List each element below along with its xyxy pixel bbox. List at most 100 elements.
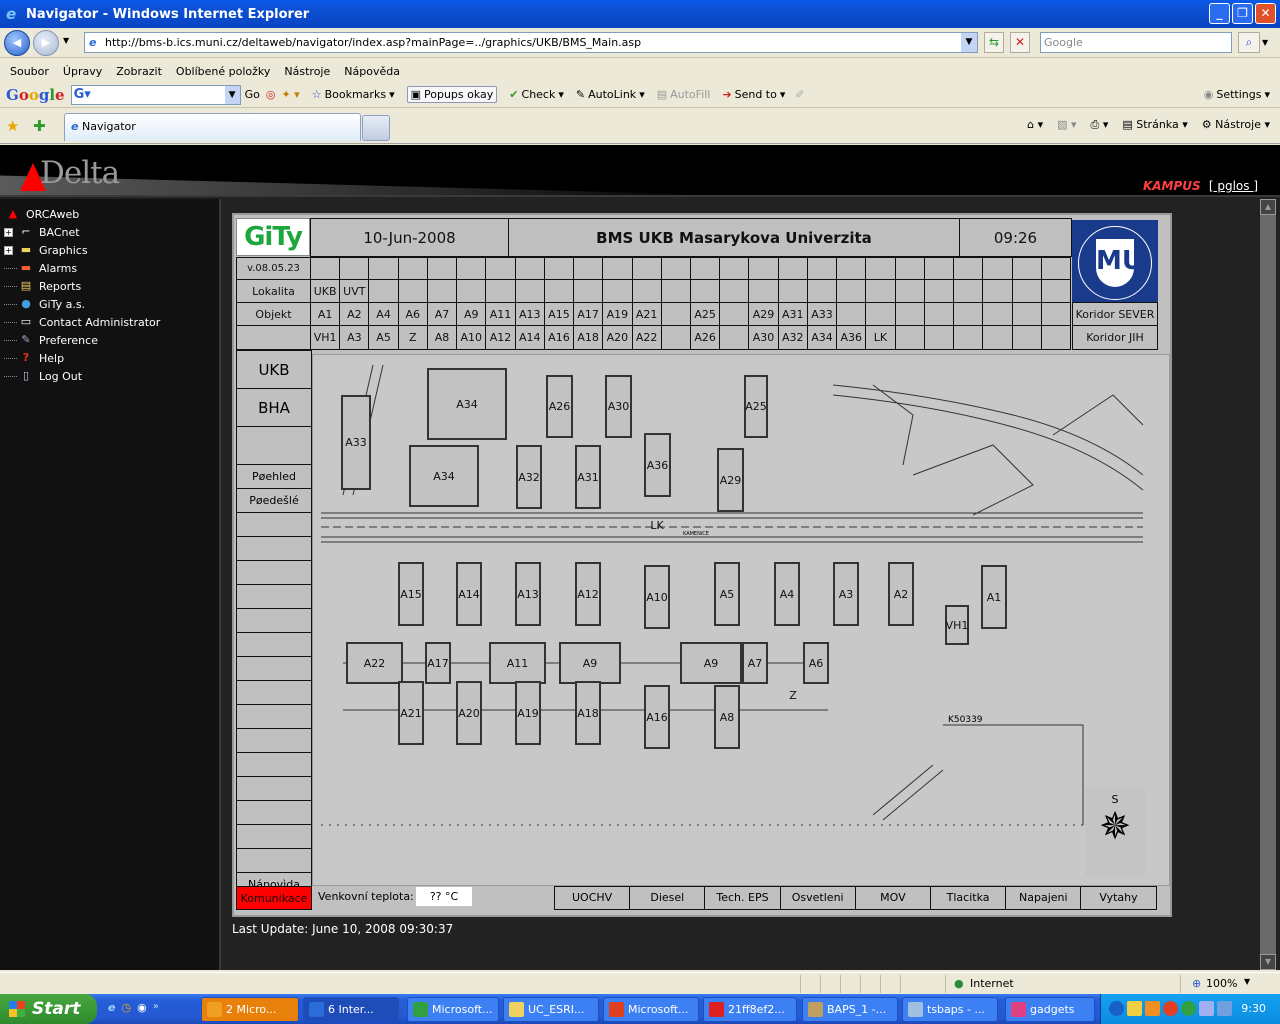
tray-clock-icon[interactable]	[1145, 1001, 1160, 1016]
map-building-a9[interactable]: A9	[680, 642, 742, 684]
tree-item-gity[interactable]: ● GiTy a.s.	[4, 295, 160, 313]
tray-messenger-icon[interactable]	[1199, 1001, 1214, 1016]
object-cell-a20[interactable]: A20	[602, 325, 633, 350]
map-building-a36[interactable]: A36	[644, 433, 671, 497]
object-cell-a2[interactable]: A2	[339, 302, 370, 326]
add-favorite-icon[interactable]: ✚	[33, 117, 46, 135]
taskbar-item-6[interactable]: BAPS_1 -...	[802, 997, 898, 1022]
zoom-level[interactable]: 100%	[1206, 977, 1237, 990]
page-menu[interactable]: ▤ Stránka ▾	[1122, 118, 1187, 132]
object-cell-a36[interactable]: A36	[836, 325, 867, 350]
google-dropdown-icon[interactable]: ▼	[224, 85, 240, 104]
object-cell-z[interactable]: Z	[397, 325, 428, 350]
map-building-a12[interactable]: A12	[575, 562, 601, 626]
map-building-a1[interactable]: A1	[981, 565, 1007, 629]
autofill-button[interactable]: ▤ AutoFill	[657, 88, 711, 101]
side-button-bha[interactable]: BHA	[236, 388, 312, 427]
menu-napoveda[interactable]: Nápověda	[344, 65, 400, 78]
tab-navigator[interactable]: e Navigator	[64, 113, 361, 141]
map-building-a7[interactable]: A7	[742, 642, 768, 684]
system-button-vytahy[interactable]: Vytahy	[1080, 886, 1157, 910]
search-input[interactable]: Google	[1040, 32, 1232, 53]
system-button-tech-eps[interactable]: Tech. EPS	[704, 886, 781, 910]
map-building-a22[interactable]: A22	[346, 642, 403, 684]
object-cell-a15[interactable]: A15	[543, 302, 575, 326]
object-cell-vh1[interactable]: VH1	[310, 325, 341, 350]
taskbar-item-0[interactable]: 2 Micro...	[201, 997, 299, 1022]
map-building-a20[interactable]: A20	[456, 681, 482, 745]
object-cell-a34[interactable]: A34	[806, 325, 838, 350]
taskbar-item-4[interactable]: Microsoft...	[603, 997, 699, 1022]
expand-icon[interactable]: +	[4, 227, 13, 237]
tree-item-reports[interactable]: ▤ Reports	[4, 277, 160, 295]
map-building-a32[interactable]: A32	[516, 445, 542, 509]
object-cell-a33[interactable]: A33	[806, 302, 838, 326]
map-building-lk[interactable]: LK	[644, 505, 670, 545]
map-building-a33[interactable]: A33	[341, 395, 371, 490]
object-cell-a8[interactable]: A8	[426, 325, 458, 350]
map-building-a5[interactable]: A5	[714, 562, 740, 626]
object-cell-lk[interactable]: LK	[865, 325, 896, 350]
object-cell-uvt[interactable]: UVT	[339, 279, 370, 303]
tray-green-icon[interactable]	[1181, 1001, 1196, 1016]
tree-item-preference[interactable]: ✎ Preference	[4, 331, 160, 349]
object-cell-a25[interactable]: A25	[689, 302, 721, 326]
system-button-osvetleni[interactable]: Osvetleni	[779, 886, 856, 910]
object-cell-a10[interactable]: A10	[456, 325, 487, 350]
object-cell-a11[interactable]: A11	[485, 302, 516, 326]
system-button-uochv[interactable]: UOCHV	[554, 886, 631, 910]
settings-button[interactable]: ◉ Settings ▾	[1204, 88, 1270, 101]
minimize-button[interactable]: _	[1209, 3, 1230, 24]
object-cell-a12[interactable]: A12	[485, 325, 516, 350]
system-button-napajeni[interactable]: Napajeni	[1005, 886, 1082, 910]
tray-network-icon[interactable]	[1217, 1001, 1232, 1016]
object-cell-a22[interactable]: A22	[631, 325, 662, 350]
system-button-mov[interactable]: MOV	[854, 886, 931, 910]
tray-chrome-icon[interactable]	[1163, 1001, 1178, 1016]
url-field[interactable]: e http://bms-b.ics.muni.cz/deltaweb/navi…	[84, 32, 978, 53]
stop-button[interactable]: ✕	[1010, 32, 1030, 53]
map-building-z[interactable]: Z	[783, 685, 803, 705]
history-dropdown-icon[interactable]: ▼	[63, 36, 69, 45]
ie-quicklaunch-icon[interactable]: e	[108, 1001, 115, 1014]
map-building-a25[interactable]: A25	[744, 375, 768, 438]
restore-button[interactable]: ❐	[1232, 3, 1253, 24]
user-link[interactable]: [ pglos ]	[1209, 179, 1258, 193]
pagerank-icon[interactable]: ◎	[266, 88, 276, 101]
object-cell-a21[interactable]: A21	[631, 302, 662, 326]
map-building-a21[interactable]: A21	[398, 681, 424, 745]
menu-oblibene[interactable]: Oblíbené položky	[176, 65, 271, 78]
map-building-a26[interactable]: A26	[546, 375, 573, 438]
object-cell-a3[interactable]: A3	[339, 325, 370, 350]
home-icon[interactable]: ⌂ ▾	[1027, 118, 1043, 132]
map-building-a10[interactable]: A10	[644, 565, 670, 629]
object-cell-a9[interactable]: A9	[456, 302, 487, 326]
tree-item-contact-admin[interactable]: ▭ Contact Administrator	[4, 313, 160, 331]
map-building-a15[interactable]: A15	[398, 562, 424, 626]
object-cell-a32[interactable]: A32	[777, 325, 808, 350]
object-cell-a19[interactable]: A19	[602, 302, 633, 326]
map-building-a18[interactable]: A18	[575, 681, 601, 745]
search-icon[interactable]: ⌕	[1238, 32, 1260, 53]
forward-button[interactable]: ▶	[33, 30, 59, 56]
side-button-pedel[interactable]: Pøedešlé	[236, 488, 312, 513]
quicklaunch-more-icon[interactable]: »	[153, 1001, 159, 1014]
side-button-ukb[interactable]: UKB	[236, 350, 312, 389]
menu-soubor[interactable]: Soubor	[10, 65, 49, 78]
scroll-down-icon[interactable]: ▼	[1260, 954, 1276, 970]
koridor-jih-button[interactable]: Koridor JIH	[1072, 325, 1158, 350]
outlook-quicklaunch-icon[interactable]: ◷	[121, 1001, 131, 1014]
object-cell-a18[interactable]: A18	[573, 325, 604, 350]
map-building-a29[interactable]: A29	[717, 448, 744, 512]
sendto-button[interactable]: ➔ Send to ▾	[722, 88, 785, 101]
back-button[interactable]: ◀	[4, 30, 30, 56]
map-building-a34[interactable]: A34	[427, 368, 507, 440]
taskbar-item-5[interactable]: 21ff8ef2...	[703, 997, 797, 1022]
zoom-dropdown-icon[interactable]: ▼	[1244, 977, 1250, 986]
map-building-a6[interactable]: A6	[803, 642, 829, 684]
scroll-up-icon[interactable]: ▲	[1260, 199, 1276, 215]
map-building-a19[interactable]: A19	[515, 681, 541, 745]
tree-item-graphics[interactable]: + ▬ Graphics	[4, 241, 160, 259]
object-cell-a26[interactable]: A26	[689, 325, 721, 350]
taskbar-item-1[interactable]: 6 Inter...	[303, 997, 399, 1022]
